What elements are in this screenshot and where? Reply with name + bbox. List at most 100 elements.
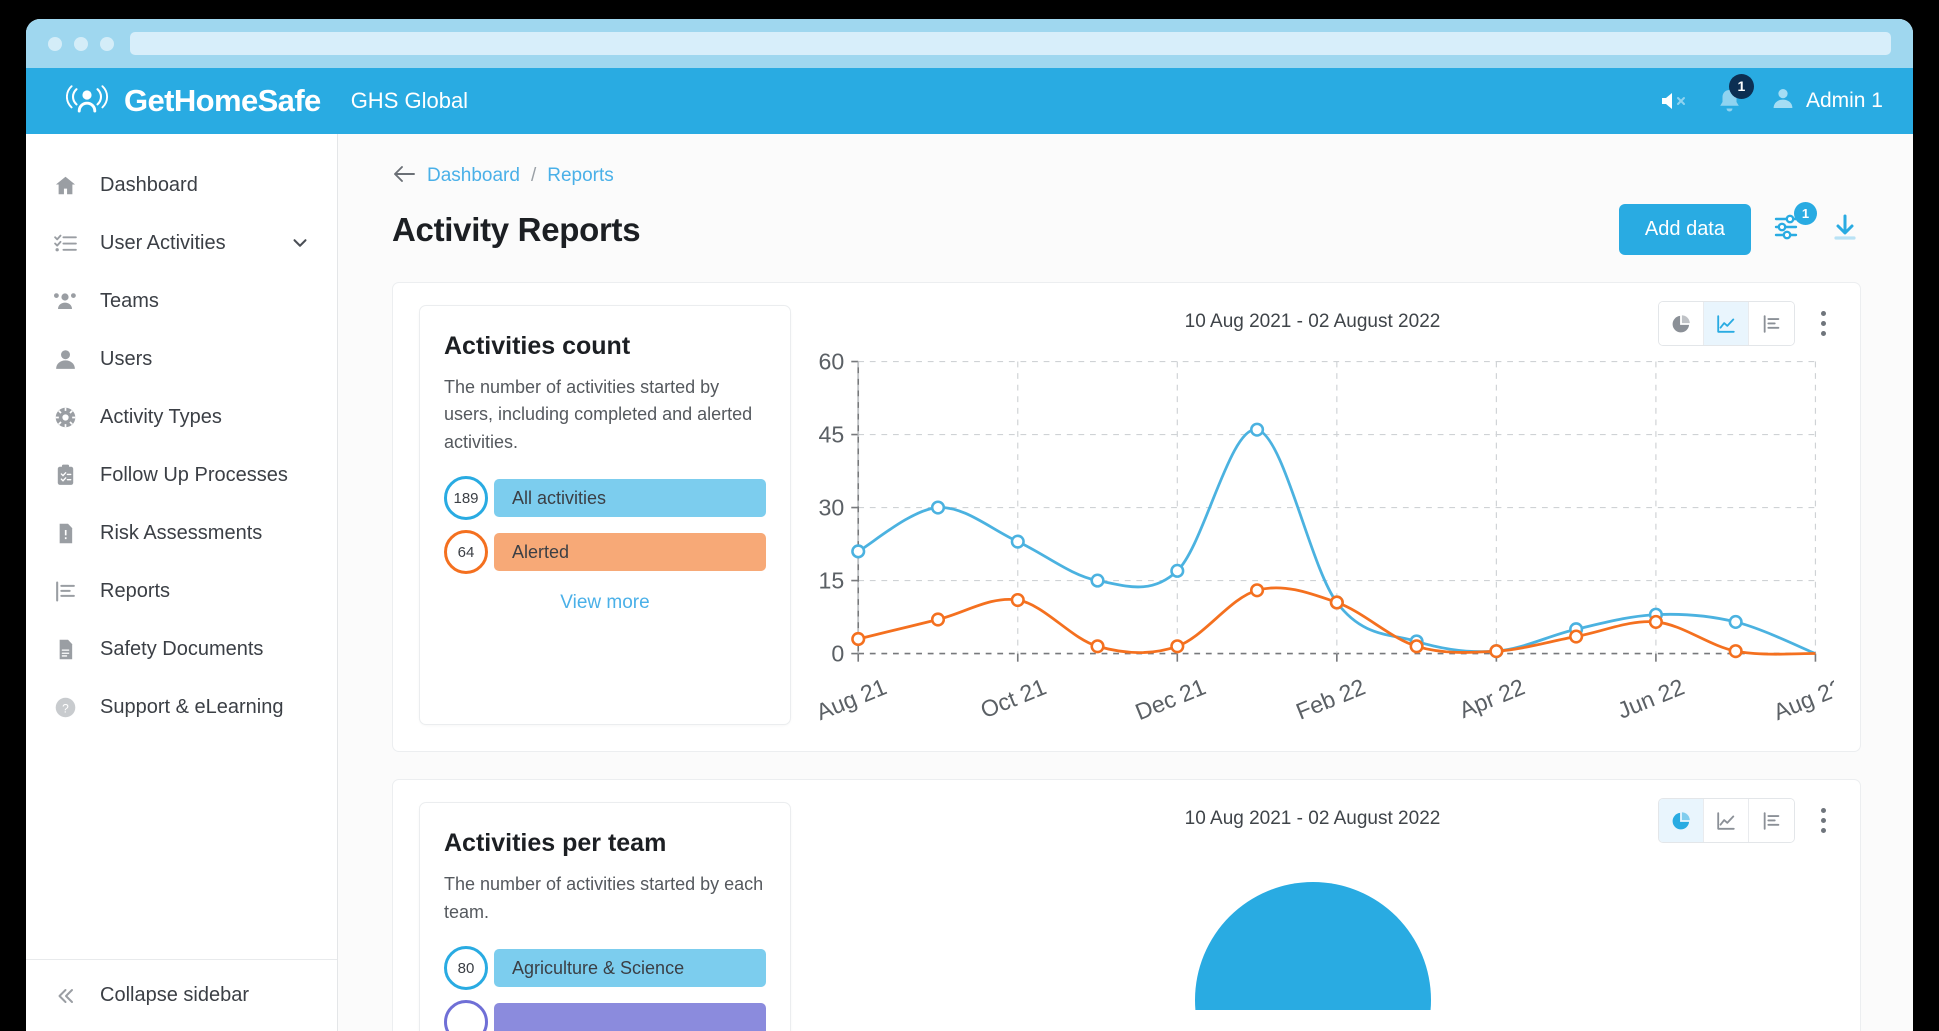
minimize-window-dot[interactable] (74, 37, 88, 51)
sidebar-label: User Activities (100, 232, 226, 255)
line-chart: 015304560Aug 21Oct 21Dec 21Feb 22Apr 22J… (791, 343, 1834, 725)
chart-type-switcher (1658, 301, 1795, 346)
sidebar-label: Teams (100, 290, 159, 313)
arrow-left-icon[interactable] (392, 164, 416, 188)
bar-report-icon (52, 578, 78, 604)
question-circle-icon: ? (52, 694, 78, 720)
double-chevron-left-icon (52, 983, 78, 1009)
maximize-window-dot[interactable] (100, 37, 114, 51)
breadcrumb-item-dashboard[interactable]: Dashboard (427, 165, 520, 187)
main-content: Dashboard / Reports Activity Reports Add… (338, 134, 1913, 1031)
svg-text:Apr 22: Apr 22 (1455, 674, 1528, 724)
card-title: Activities per team (444, 829, 766, 858)
chart-type-line-button[interactable] (1704, 799, 1749, 842)
legend-row[interactable]: 189 All activities (444, 476, 766, 520)
legend-value: 189 (444, 476, 488, 520)
summary-panel: Activities count The number of activitie… (419, 305, 791, 725)
sidebar-item-support-elearning[interactable]: ? Support & eLearning (26, 678, 337, 736)
speaker-mute-icon[interactable] (1658, 88, 1688, 114)
home-icon (52, 172, 78, 198)
chart-panel: 10 Aug 2021 - 02 August 2022 (791, 802, 1834, 1031)
sidebar-item-teams[interactable]: Teams (26, 272, 337, 330)
legend-row[interactable]: 80 Agriculture & Science (444, 946, 766, 990)
brand-logo[interactable]: GetHomeSafe (66, 83, 321, 119)
svg-text:60: 60 (819, 349, 845, 375)
kebab-menu-icon[interactable] (1813, 802, 1834, 839)
chart-type-bar-button[interactable] (1749, 302, 1794, 345)
header-actions: 1 Admin 1 (1658, 86, 1883, 117)
view-more-link[interactable]: View more (444, 592, 766, 614)
svg-text:30: 30 (819, 495, 845, 521)
sidebar-item-reports[interactable]: Reports (26, 562, 337, 620)
chevron-down-icon[interactable] (289, 232, 311, 254)
add-data-button[interactable]: Add data (1619, 204, 1751, 255)
sidebar-item-user-activities[interactable]: User Activities (26, 214, 337, 272)
bell-icon[interactable]: 1 (1716, 87, 1743, 116)
chart-type-pie-button[interactable] (1659, 302, 1704, 345)
legend-label: Agriculture & Science (494, 949, 766, 987)
sidebar-item-dashboard[interactable]: Dashboard (26, 156, 337, 214)
collapse-sidebar-button[interactable]: Collapse sidebar (26, 959, 337, 1031)
app-body: Dashboard User Activities (26, 134, 1913, 1031)
sidebar: Dashboard User Activities (26, 134, 338, 1031)
sidebar-item-follow-up-processes[interactable]: Follow Up Processes (26, 446, 337, 504)
gethomesafe-logo-icon (66, 84, 110, 118)
chart-type-pie-button[interactable] (1659, 799, 1704, 842)
window-controls[interactable] (48, 37, 114, 51)
browser-window: GetHomeSafe GHS Global 1 (26, 19, 1913, 1031)
filter-button[interactable]: 1 (1773, 211, 1807, 248)
document-alert-icon (52, 520, 78, 546)
sidebar-label: Safety Documents (100, 638, 263, 661)
sidebar-label: Risk Assessments (100, 522, 262, 545)
notification-badge: 1 (1729, 74, 1754, 99)
sidebar-item-users[interactable]: Users (26, 330, 337, 388)
svg-text:45: 45 (819, 422, 845, 448)
sidebar-label: Follow Up Processes (100, 464, 288, 487)
sidebar-item-activity-types[interactable]: Activity Types (26, 388, 337, 446)
close-window-dot[interactable] (48, 37, 62, 51)
svg-text:Aug 21: Aug 21 (812, 674, 890, 726)
sidebar-item-risk-assessments[interactable]: Risk Assessments (26, 504, 337, 562)
sidebar-label: Dashboard (100, 174, 198, 197)
svg-text:Aug 22: Aug 22 (1770, 674, 1834, 726)
chart-panel: 10 Aug 2021 - 02 August 2022 015304560Au… (791, 305, 1834, 725)
svg-text:15: 15 (819, 568, 845, 594)
report-card-activities-count: Activities count The number of activitie… (392, 282, 1861, 752)
person-icon (52, 346, 78, 372)
page-title: Activity Reports (392, 211, 640, 249)
chart-type-bar-button[interactable] (1749, 799, 1794, 842)
chart-type-line-button[interactable] (1704, 302, 1749, 345)
sidebar-item-safety-documents[interactable]: Safety Documents (26, 620, 337, 678)
address-bar[interactable] (130, 32, 1891, 55)
filter-count-badge: 1 (1794, 202, 1817, 225)
legend-row[interactable]: 64 Alerted (444, 530, 766, 574)
people-group-icon (52, 288, 78, 314)
collapse-sidebar-label: Collapse sidebar (100, 984, 249, 1007)
app-header: GetHomeSafe GHS Global 1 (26, 68, 1913, 134)
breadcrumb-item-reports[interactable]: Reports (547, 165, 614, 187)
breadcrumb-separator: / (531, 165, 536, 187)
card-description: The number of activities started by user… (444, 374, 766, 456)
svg-text:Oct 21: Oct 21 (977, 674, 1050, 724)
summary-panel: Activities per team The number of activi… (419, 802, 791, 1031)
clipboard-check-icon (52, 462, 78, 488)
card-description: The number of activities started by each… (444, 871, 766, 926)
chart-type-switcher (1658, 798, 1795, 843)
svg-text:Jun 22: Jun 22 (1614, 674, 1688, 724)
user-name: Admin 1 (1806, 89, 1883, 113)
chart-toolbar (1658, 798, 1834, 843)
brand-name: GetHomeSafe (124, 83, 321, 119)
legend-label: Alerted (494, 533, 766, 571)
svg-text:Feb 22: Feb 22 (1292, 674, 1369, 725)
legend-value: 64 (444, 530, 488, 574)
pie-chart (1163, 840, 1463, 1010)
download-button[interactable] (1829, 211, 1861, 248)
legend-row[interactable] (444, 1000, 766, 1031)
breadcrumb: Dashboard / Reports (392, 164, 1861, 188)
kebab-menu-icon[interactable] (1813, 305, 1834, 342)
sidebar-label: Users (100, 348, 152, 371)
user-menu[interactable]: Admin 1 (1771, 86, 1883, 117)
pie-chart-wrapper (791, 840, 1834, 1010)
legend-value: 80 (444, 946, 488, 990)
organisation-name: GHS Global (351, 88, 468, 114)
